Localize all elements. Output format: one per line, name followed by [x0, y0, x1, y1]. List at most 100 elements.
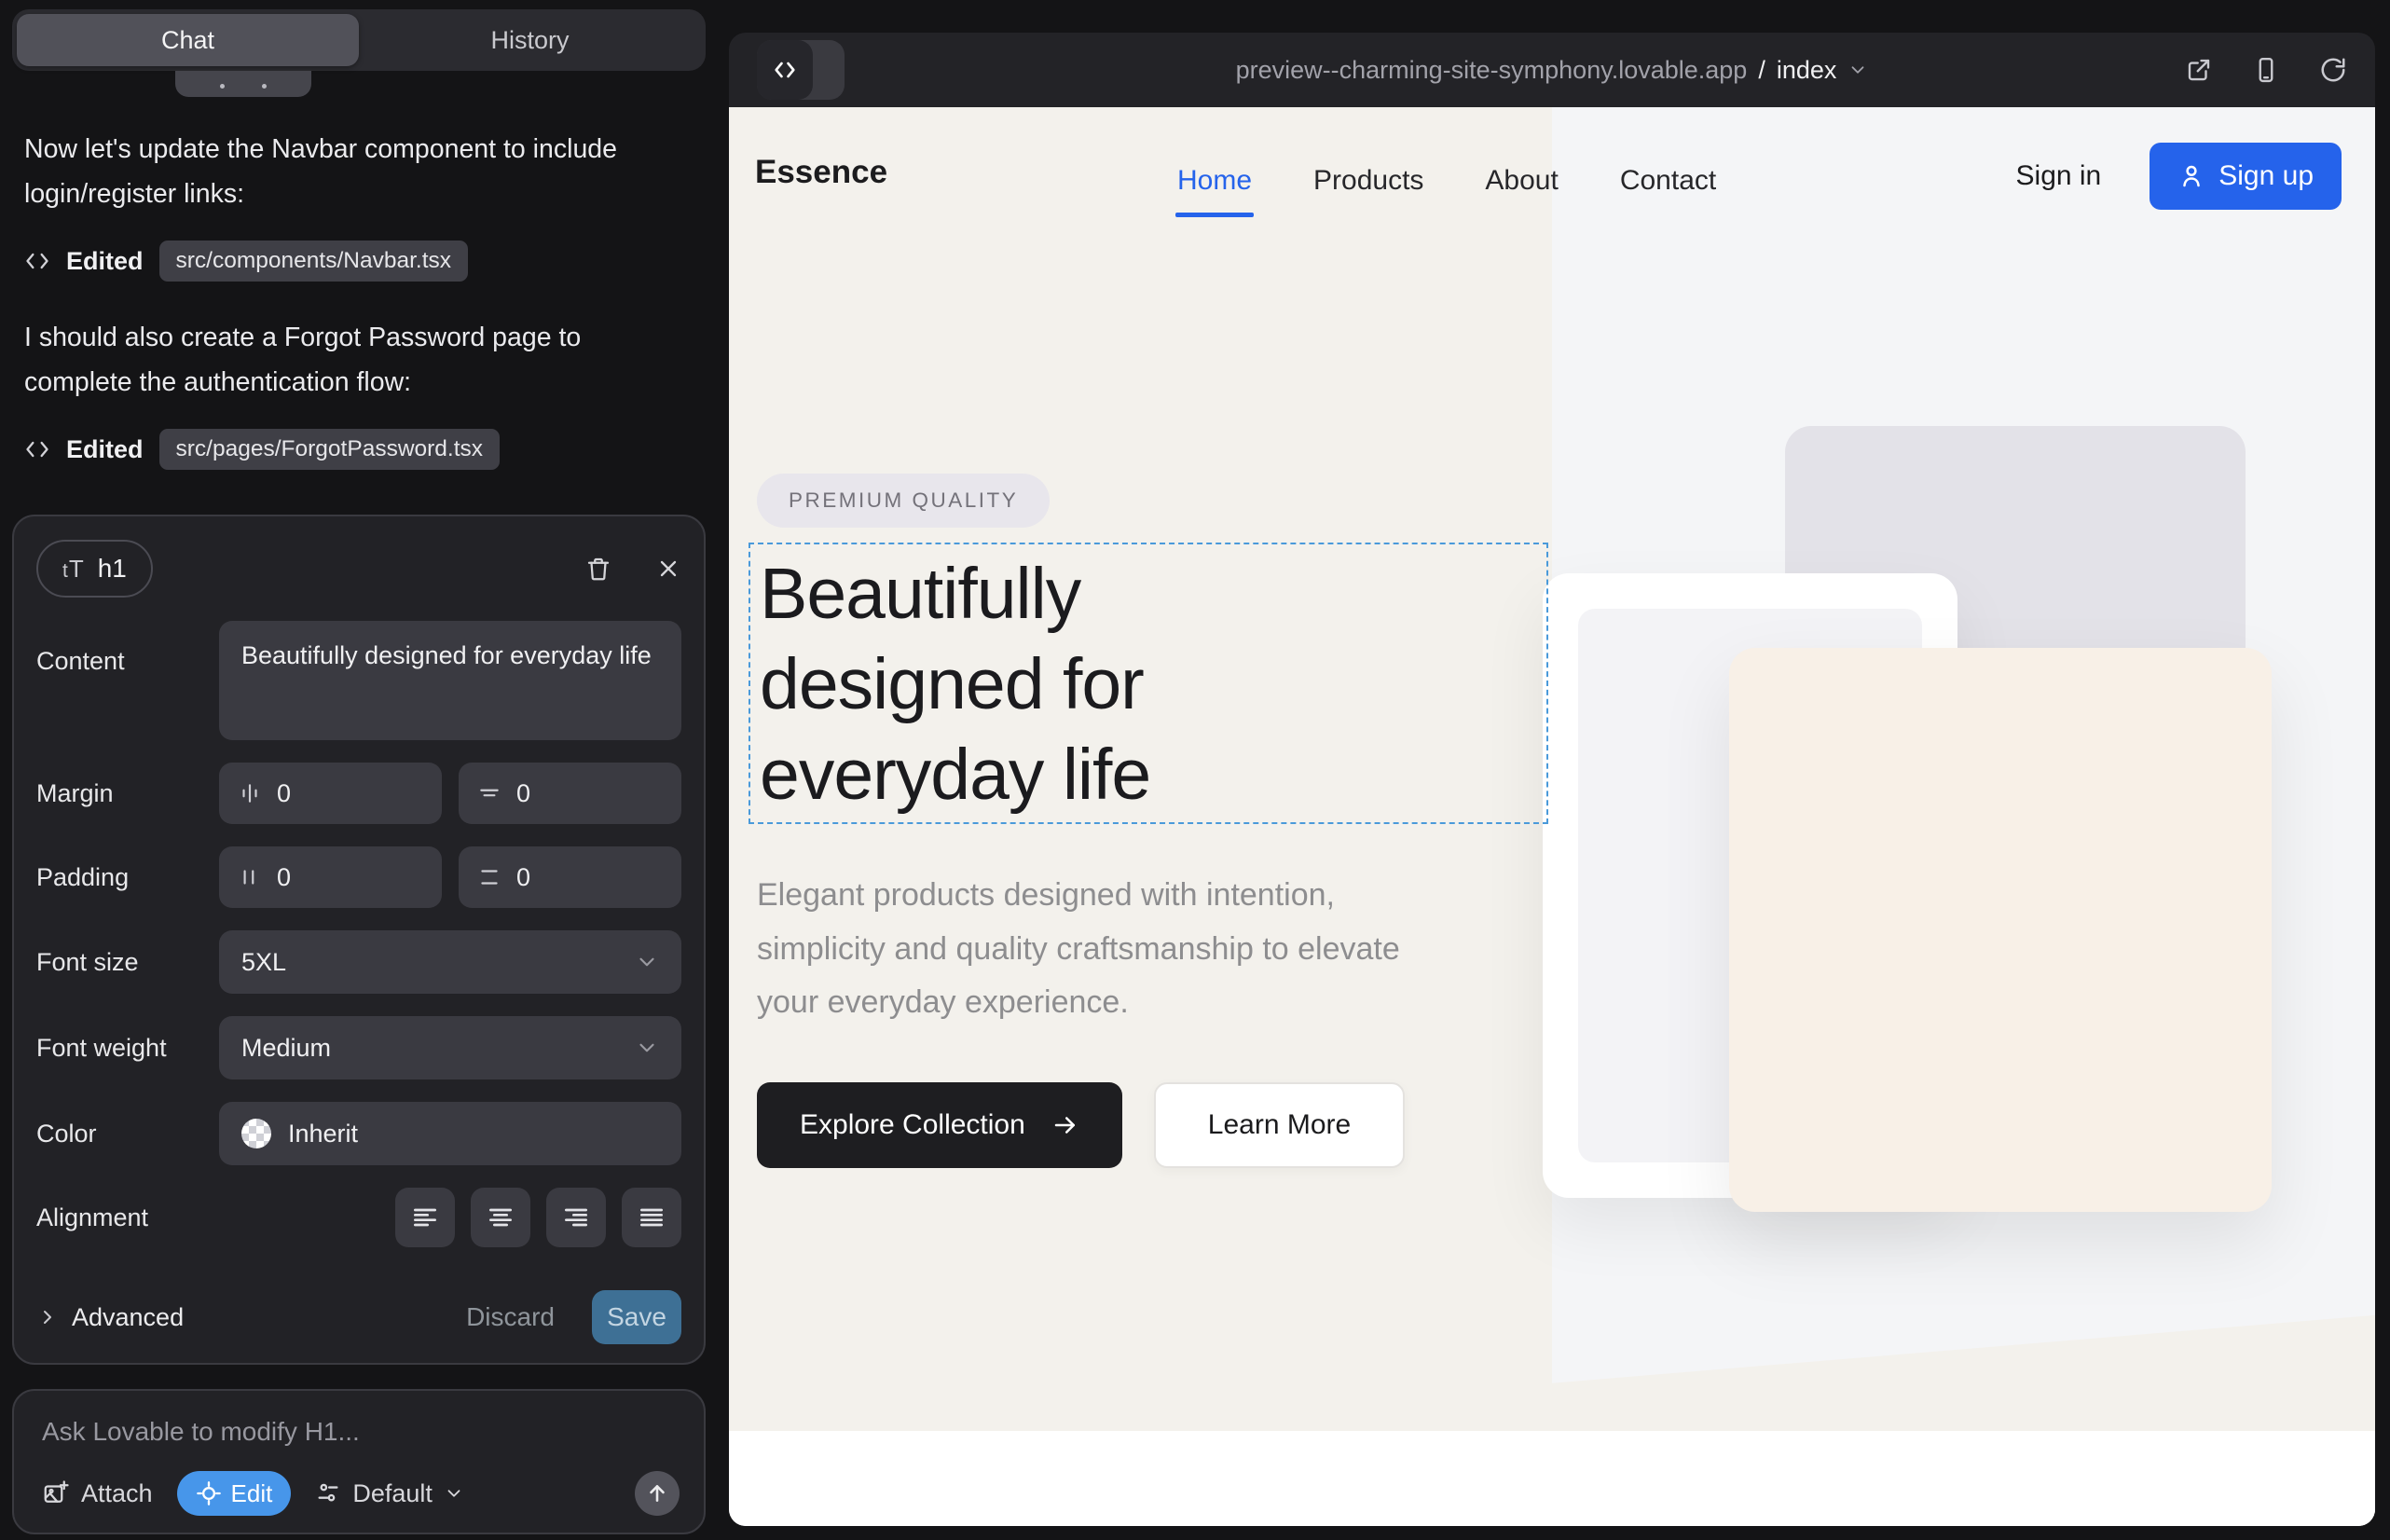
hero-heading[interactable]: Beautifully designed for everyday life: [760, 549, 1150, 820]
default-label: Default: [352, 1479, 433, 1508]
margin-y-value: 0: [516, 779, 530, 808]
padding-label: Padding: [36, 863, 129, 892]
padding-horizontal-icon: [238, 865, 262, 889]
tab-chat[interactable]: Chat: [17, 14, 359, 66]
image-plus-icon: [42, 1479, 70, 1507]
margin-horizontal-icon: [238, 781, 262, 805]
arrow-right-icon: [1051, 1111, 1079, 1139]
color-row: Color Inherit: [36, 1102, 681, 1165]
font-weight-select[interactable]: Medium: [219, 1016, 681, 1079]
color-select[interactable]: Inherit: [219, 1102, 681, 1165]
margin-row: Margin 0 0: [36, 763, 681, 824]
element-tag-badge: tT h1: [36, 540, 153, 598]
margin-x-input[interactable]: 0: [219, 763, 442, 824]
attach-button[interactable]: Attach: [42, 1479, 153, 1508]
content-input[interactable]: Beautifully designed for everyday life: [219, 621, 681, 740]
nav-auth: Sign in Sign up: [2016, 143, 2342, 210]
chat-message: Now let's update the Navbar component to…: [24, 127, 681, 216]
edited-label: Edited: [66, 435, 144, 464]
learn-more-button[interactable]: Learn More: [1154, 1082, 1405, 1168]
next-section-background: [729, 1431, 2375, 1526]
code-preview-toggle[interactable]: [757, 40, 845, 100]
advanced-label: Advanced: [72, 1303, 184, 1332]
file-path-chip[interactable]: src/pages/ForgotPassword.tsx: [159, 429, 501, 470]
font-size-label: Font size: [36, 948, 139, 977]
align-center-button[interactable]: [471, 1188, 530, 1247]
mobile-view-icon[interactable]: [2252, 56, 2280, 84]
active-underline: [1175, 213, 1254, 217]
edit-mode-button[interactable]: Edit: [177, 1471, 292, 1516]
edited-file-row[interactable]: Edited src/pages/ForgotPassword.tsx: [24, 429, 500, 470]
edited-label: Edited: [66, 247, 144, 276]
scrolled-message-pill: [175, 71, 311, 97]
nav-link-contact[interactable]: Contact: [1620, 165, 1716, 197]
explore-collection-label: Explore Collection: [800, 1109, 1025, 1141]
delete-element-icon[interactable]: [584, 554, 612, 584]
default-mode-button[interactable]: Default: [315, 1479, 464, 1508]
font-size-select[interactable]: 5XL: [219, 930, 681, 994]
url-separator: /: [1758, 56, 1765, 85]
alignment-label: Alignment: [36, 1203, 148, 1232]
padding-vertical-icon: [477, 865, 501, 889]
send-button[interactable]: [635, 1471, 680, 1516]
chat-message: I should also create a Forgot Password p…: [24, 315, 681, 405]
code-icon: [24, 436, 50, 462]
margin-x-value: 0: [277, 779, 291, 808]
tab-history[interactable]: History: [359, 14, 701, 66]
margin-y-input[interactable]: 0: [459, 763, 681, 824]
composer-input[interactable]: [42, 1417, 680, 1447]
close-icon[interactable]: [655, 556, 681, 582]
font-weight-row: Font weight Medium: [36, 1016, 681, 1079]
hero-paragraph: Elegant products designed with intention…: [757, 869, 1433, 1030]
sign-up-button[interactable]: Sign up: [2150, 143, 2342, 210]
composer-toolbar: Attach Edit Default: [42, 1471, 680, 1516]
padding-y-value: 0: [516, 863, 530, 892]
chevron-down-icon: [1847, 60, 1868, 80]
preview-browser-frame: preview--charming-site-symphony.lovable.…: [729, 33, 2375, 1526]
edit-label: Edit: [231, 1479, 273, 1508]
nav-link-about[interactable]: About: [1485, 165, 1558, 197]
explore-collection-button[interactable]: Explore Collection: [757, 1082, 1122, 1168]
sliders-icon: [315, 1480, 341, 1506]
color-label: Color: [36, 1120, 97, 1148]
code-icon: [757, 40, 813, 100]
decor-card-cream: [1729, 648, 2272, 1212]
padding-y-input[interactable]: 0: [459, 846, 681, 908]
url-path: index: [1777, 56, 1837, 85]
premium-quality-badge: PREMIUM QUALITY: [757, 474, 1050, 528]
file-path-chip[interactable]: src/components/Navbar.tsx: [159, 241, 468, 282]
margin-label: Margin: [36, 779, 114, 808]
edited-file-row[interactable]: Edited src/components/Navbar.tsx: [24, 241, 468, 282]
browser-chrome: preview--charming-site-symphony.lovable.…: [729, 33, 2375, 107]
element-tag: h1: [98, 554, 127, 584]
open-external-icon[interactable]: [2185, 56, 2213, 84]
advanced-expander[interactable]: Advanced: [36, 1303, 184, 1332]
sign-in-link[interactable]: Sign in: [2016, 160, 2102, 192]
padding-x-value: 0: [277, 863, 291, 892]
color-value: Inherit: [288, 1120, 358, 1148]
site-logo[interactable]: Essence: [755, 154, 887, 191]
nav-links: Home Products About Contact: [1177, 165, 1716, 197]
sign-up-label: Sign up: [2218, 160, 2314, 192]
refresh-icon[interactable]: [2319, 56, 2347, 84]
url-bar[interactable]: preview--charming-site-symphony.lovable.…: [729, 56, 2375, 85]
align-right-button[interactable]: [546, 1188, 606, 1247]
align-left-button[interactable]: [395, 1188, 455, 1247]
nav-link-products[interactable]: Products: [1313, 165, 1423, 197]
discard-button[interactable]: Discard: [466, 1302, 555, 1332]
padding-x-input[interactable]: 0: [219, 846, 442, 908]
locate-target-icon: [196, 1480, 222, 1506]
align-justify-button[interactable]: [622, 1188, 681, 1247]
font-size-value: 5XL: [241, 948, 286, 977]
content-label: Content: [36, 621, 125, 676]
chevron-down-icon: [444, 1483, 464, 1504]
save-button[interactable]: Save: [592, 1290, 681, 1344]
chat-composer: Attach Edit Default: [12, 1389, 706, 1534]
chevron-right-icon: [36, 1306, 59, 1328]
nav-link-home[interactable]: Home: [1177, 165, 1252, 197]
chevron-down-icon: [635, 1036, 659, 1060]
site-navbar: Essence Home Products About Contact Sign…: [729, 107, 2375, 256]
font-size-row: Font size 5XL: [36, 930, 681, 994]
hero-cta-group: Explore Collection Learn More: [757, 1082, 1405, 1168]
site-viewport: Essence Home Products About Contact Sign…: [729, 107, 2375, 1526]
